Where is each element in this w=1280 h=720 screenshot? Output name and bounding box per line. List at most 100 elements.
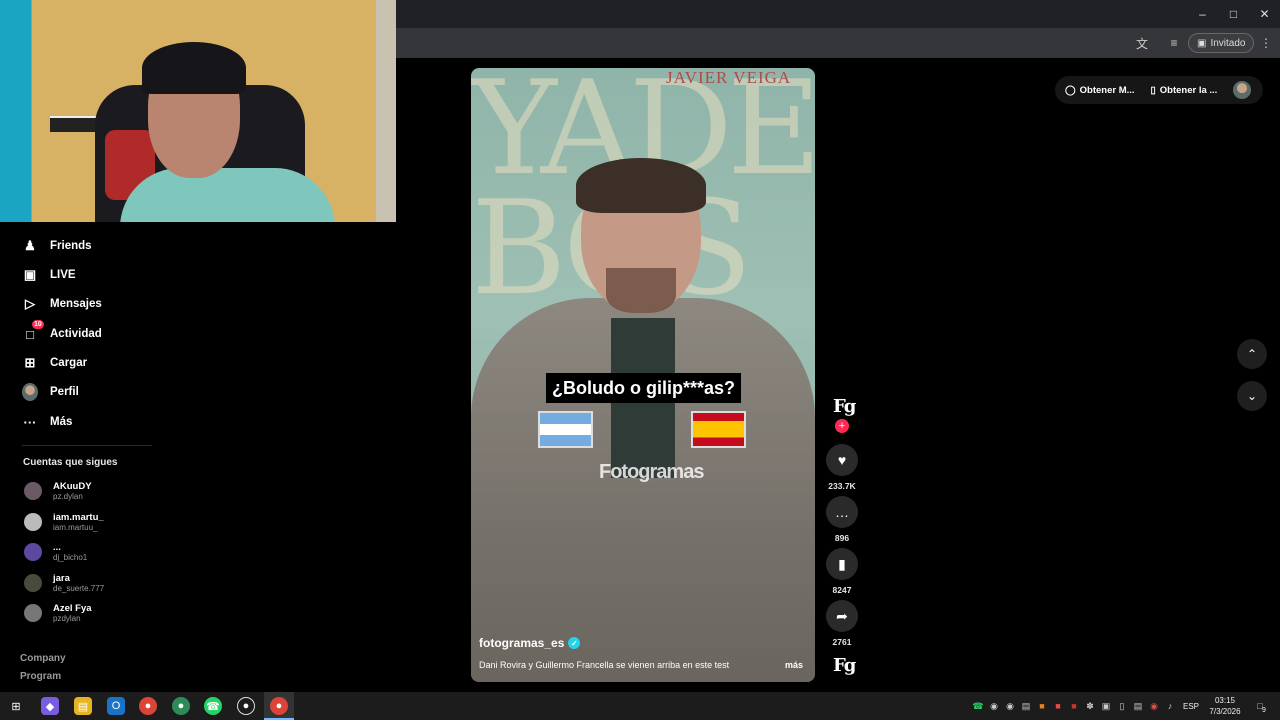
outlook-icon[interactable]: O [107,697,125,715]
phone-icon: ▯ [1150,84,1156,96]
sound-disc-icon[interactable]: Fg [833,655,856,676]
sidebar-item-label: Actividad [50,328,102,340]
share-count: 2761 [832,637,852,647]
sidebar-item-friends[interactable]: ♟ Friends [22,235,91,257]
sidebar: ♟ Friends ▣ LIVE ▷ Mensajes □ 10 Activida… [0,222,396,692]
video-author[interactable]: fotogramas_es ✓ [479,636,581,650]
maximize-icon[interactable]: □ [1218,0,1249,28]
comment-count: 896 [834,533,850,543]
avatar[interactable] [1233,81,1251,99]
account-name: AKuuDY [53,480,92,492]
account-handle: pzdylan [53,613,81,623]
webcam-person-body [120,168,335,222]
sidebar-item-live[interactable]: ▣ LIVE [22,264,76,286]
language-indicator[interactable]: ESP [1183,702,1199,711]
discord-tray-icon[interactable]: ◉ [988,700,1000,712]
sidebar-item-activity[interactable]: □ 10 Actividad [22,320,102,345]
sidebar-item-label: Cargar [50,357,88,369]
description-more-button[interactable]: más [785,660,803,670]
get-app-label: Obtener la ... [1159,84,1218,96]
profile-avatar [22,383,38,401]
tray-app-icon[interactable]: ▣ [1100,700,1112,712]
tray-app-icon[interactable]: ■ [1052,700,1064,712]
video-watermark: Fotogramas [599,461,704,483]
guest-profile-button[interactable]: ▣ Invitado [1188,33,1255,53]
video-description: Dani Rovira y Guillermo Francella se vie… [479,660,730,670]
spain-flag-icon [691,411,746,448]
following-account[interactable]: Azel Fya pzdylan [24,599,92,627]
sidebar-item-profile[interactable]: Perfil [22,381,79,403]
clock-time: 03:15 [1214,696,1236,705]
translate-icon[interactable]: 文 [1134,35,1150,51]
screen: – □ ✕ 文 ≡ ▣ Invitado ⋮ ♟ Friends ▣ LIVE [0,0,1280,720]
antivirus-icon[interactable]: ◉ [1148,700,1160,712]
kebab-menu-icon[interactable]: ⋮ [1258,35,1274,51]
avatar [24,513,42,531]
footer-link-company[interactable]: Company [20,653,66,664]
following-account[interactable]: ... dj_bicho1 [24,538,87,566]
friends-icon: ♟ [24,238,36,253]
whatsapp-icon[interactable]: ☎ [204,697,222,715]
close-icon[interactable]: ✕ [1249,0,1280,28]
avatar [24,604,42,622]
tray-app-icon[interactable]: ■ [1036,700,1048,712]
follow-plus-icon[interactable]: + [835,419,849,433]
chrome-icon[interactable]: ● [139,697,157,715]
following-account[interactable]: AKuuDY pz.dylan [24,477,92,505]
following-account[interactable]: jara de_suerte.777 [24,569,104,597]
network-icon[interactable]: ▤ [1132,700,1144,712]
browser-toolbar: 文 ≡ ▣ Invitado ⋮ [396,28,1280,58]
sidebar-item-upload[interactable]: ⊞ Cargar [22,352,88,374]
browser-titlebar: – □ ✕ [396,0,1280,28]
video-caption-question: ¿Boludo o gilip***as? [546,373,741,403]
chrome-profile-icon[interactable]: ● [172,697,190,715]
get-app-button[interactable]: ▯ Obtener la ... [1151,85,1218,96]
verified-icon: ✓ [568,637,581,649]
windows-taskbar: ⊞ ◆ ▤ O ● ● ☎ ● ● ☎ ◉ ◉ ▤ ■ ■ ■ ✽ ▣ ▯ ▤ … [0,692,1280,720]
minimize-icon[interactable]: – [1187,0,1218,28]
tray-app-icon[interactable]: ▤ [1020,700,1032,712]
copilot-icon[interactable]: ◆ [41,697,59,715]
obs-icon[interactable]: ● [237,697,255,715]
video-player[interactable]: YADEBOS JAVIER VEIGA ¿Boludo o gilip***a… [471,68,815,682]
share-icon[interactable]: ➦ [826,600,858,632]
whatsapp-tray-icon[interactable]: ☎ [972,700,984,712]
get-app-pill: ◯ Obtener M... ▯ Obtener la ... [1055,76,1263,104]
next-video-chevron-down-icon[interactable]: ⌄ [1237,381,1267,411]
chrome-active-icon[interactable]: ● [270,697,288,715]
following-account[interactable]: iam.martu_ iam.martuu_ [24,508,104,536]
comment-action[interactable]: … 896 [826,496,858,543]
file-explorer-icon[interactable]: ▤ [74,697,92,715]
activity-icon: □ 10 [26,320,44,342]
usb-icon[interactable]: ▯ [1116,700,1128,712]
coin-icon: ◯ [1065,84,1076,96]
get-coins-button[interactable]: ◯ Obtener M... [1065,85,1135,96]
window-controls: – □ ✕ [1187,0,1280,28]
clock[interactable]: 03:15 7/3/2026 [1202,695,1248,717]
sidebar-item-label: LIVE [50,269,76,281]
reading-list-icon[interactable]: ≡ [1166,35,1182,51]
sidebar-item-messages[interactable]: ▷ Mensajes [22,293,102,315]
bookmark-icon[interactable]: ▮ [826,548,858,580]
sidebar-item-more[interactable]: ··· Más [22,411,73,433]
tray-app-icon[interactable]: ✽ [1084,700,1096,712]
guest-label: Invitado [1210,37,1246,49]
windows-start-icon[interactable]: ⊞ [7,697,25,715]
heart-icon[interactable]: ♥ [826,444,858,476]
account-handle: de_suerte.777 [53,583,105,593]
footer-link-program[interactable]: Program [20,671,61,682]
volume-icon[interactable]: ♪ [1164,700,1176,712]
creator-avatar[interactable]: Fg [833,396,856,417]
tray-app-icon[interactable]: ■ [1068,700,1080,712]
like-action[interactable]: ♥ 233.7K [826,444,858,491]
save-action[interactable]: ▮ 8247 [826,548,858,595]
account-handle: pz.dylan [53,491,83,501]
like-count: 233.7K [828,481,856,491]
share-action[interactable]: ➦ 2761 [826,600,858,647]
sidebar-item-label: Perfil [50,386,79,398]
previous-video-chevron-up-icon[interactable]: ⌃ [1237,339,1267,369]
comment-icon[interactable]: … [826,496,858,528]
get-coins-label: Obtener M... [1079,84,1135,96]
steam-tray-icon[interactable]: ◉ [1004,700,1016,712]
account-handle: dj_bicho1 [53,552,88,562]
